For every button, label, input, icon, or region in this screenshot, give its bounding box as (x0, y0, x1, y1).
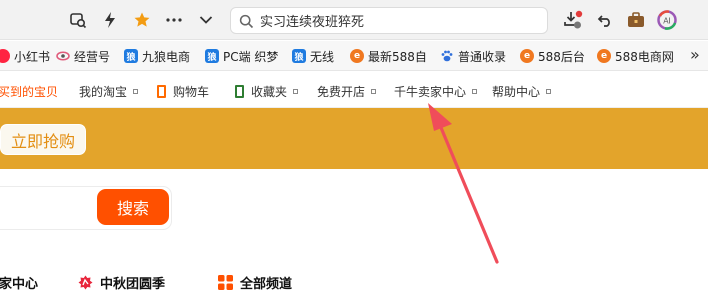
bookmark-label: PC端 织梦 (223, 49, 279, 64)
mid-autumn-icon (78, 275, 93, 290)
all-channels-grid-icon (218, 275, 233, 290)
dropdown-caret-icon (472, 89, 478, 94)
xiaohongshu-icon (0, 49, 10, 63)
ai-assistant-icon[interactable]: AI (655, 8, 679, 32)
wolf-icon: 狼 (124, 49, 138, 63)
bookmark-588-admin[interactable]: e 588后台 (520, 47, 585, 65)
bookmark-pc-zhimeng[interactable]: 狼 PC端 织梦 (205, 47, 278, 65)
promo-banner: 立即抢购 (0, 108, 708, 169)
download-icon[interactable] (561, 8, 585, 32)
dropdown-caret-icon (293, 89, 299, 94)
nav-label: 我的淘宝 (79, 85, 128, 99)
bookmark-label: 最新588自 (368, 49, 427, 64)
nav-label: 免费开店 (317, 85, 366, 99)
nav-label: 收藏夹 (251, 85, 288, 99)
dropdown-caret-icon (546, 89, 552, 94)
e-logo-icon: e (520, 49, 534, 63)
bookmarks-bar: 小红书 经营号 狼 九狼电商 狼 PC端 织梦 狼 无线 e 最新588自 普通… (0, 41, 708, 71)
nav-free-store[interactable]: 免费开店 (317, 83, 377, 100)
channel-mid-autumn[interactable]: 中秋团圆季 (78, 273, 165, 292)
address-bar[interactable]: 实习连续夜班猝死 (230, 7, 548, 34)
dropdown-caret-icon (371, 89, 377, 94)
channel-label: 全部频道 (240, 277, 293, 292)
bookmarks-overflow-button[interactable]: » (690, 45, 700, 64)
browser-toolbar: 实习连续夜班猝死 AI (0, 0, 708, 40)
nav-cart[interactable]: 购物车 (157, 83, 209, 100)
cart-icon (157, 85, 166, 98)
channel-label: 卖家中心 (0, 277, 39, 292)
channel-all[interactable]: 全部频道 (218, 273, 292, 292)
paw-icon (440, 49, 454, 63)
bookmark-wuxian[interactable]: 狼 无线 (292, 47, 334, 65)
address-bar-text: 实习连续夜班猝死 (260, 15, 365, 30)
bookmark-label: 588后台 (538, 49, 585, 64)
bookmark-label: 经营号 (74, 49, 111, 64)
favorites-icon (235, 85, 244, 98)
bookmark-588-latest[interactable]: e 最新588自 (350, 47, 427, 65)
more-options-icon[interactable] (162, 8, 186, 32)
wolf-icon: 狼 (292, 49, 306, 63)
bookmark-jiulang[interactable]: 狼 九狼电商 (124, 47, 190, 65)
bookmark-588-ecommerce[interactable]: e 588电商网 (597, 47, 674, 65)
eye-icon (56, 49, 70, 63)
bookmark-jingyinghao[interactable]: 经营号 (56, 47, 110, 65)
nav-label: 购物车 (173, 85, 210, 99)
nav-bought-items[interactable]: 买到的宝贝 (0, 83, 58, 100)
bookmark-label: 无线 (310, 49, 335, 64)
image-search-icon[interactable] (66, 8, 90, 32)
lightning-icon[interactable] (98, 8, 122, 32)
undo-icon[interactable] (593, 8, 617, 32)
nav-seller-center[interactable]: 千牛卖家中心 (394, 83, 478, 100)
toolbox-icon[interactable] (624, 8, 648, 32)
chevron-down-icon[interactable] (194, 8, 218, 32)
nav-label: 帮助中心 (492, 85, 541, 99)
bookmark-label: 588电商网 (615, 49, 674, 64)
wolf-icon: 狼 (205, 49, 219, 63)
svg-text:AI: AI (663, 17, 671, 26)
channel-seller-center[interactable]: 卖家中心 (0, 273, 38, 292)
dropdown-caret-icon (133, 89, 139, 94)
e-logo-icon: e (597, 49, 611, 63)
browser-window: 实习连续夜班猝死 AI 小红书 经营号 狼 九狼电商 狼 PC端 织梦 狼 无线… (0, 0, 708, 306)
search-icon (239, 14, 254, 29)
e-logo-icon: e (350, 49, 364, 63)
search-button[interactable]: 搜索 (97, 189, 169, 225)
site-top-nav: 买到的宝贝 我的淘宝 购物车 收藏夹 免费开店 千牛卖家中心 帮助中心 (0, 72, 708, 108)
nav-help-center[interactable]: 帮助中心 (492, 83, 552, 100)
nav-my-taobao[interactable]: 我的淘宝 (79, 83, 139, 100)
bookmark-xiaohongshu[interactable]: 小红书 (0, 47, 50, 65)
bookmark-label: 九狼电商 (142, 49, 191, 64)
buy-now-button[interactable]: 立即抢购 (0, 124, 86, 155)
nav-label: 千牛卖家中心 (394, 85, 467, 99)
channel-label: 中秋团圆季 (100, 277, 166, 292)
bookmark-label: 小红书 (14, 49, 51, 64)
nav-favorites[interactable]: 收藏夹 (235, 83, 299, 100)
favorite-star-icon[interactable] (130, 8, 154, 32)
bookmark-label: 普通收录 (458, 49, 507, 64)
bookmark-putong-shoulu[interactable]: 普通收录 (440, 47, 506, 65)
